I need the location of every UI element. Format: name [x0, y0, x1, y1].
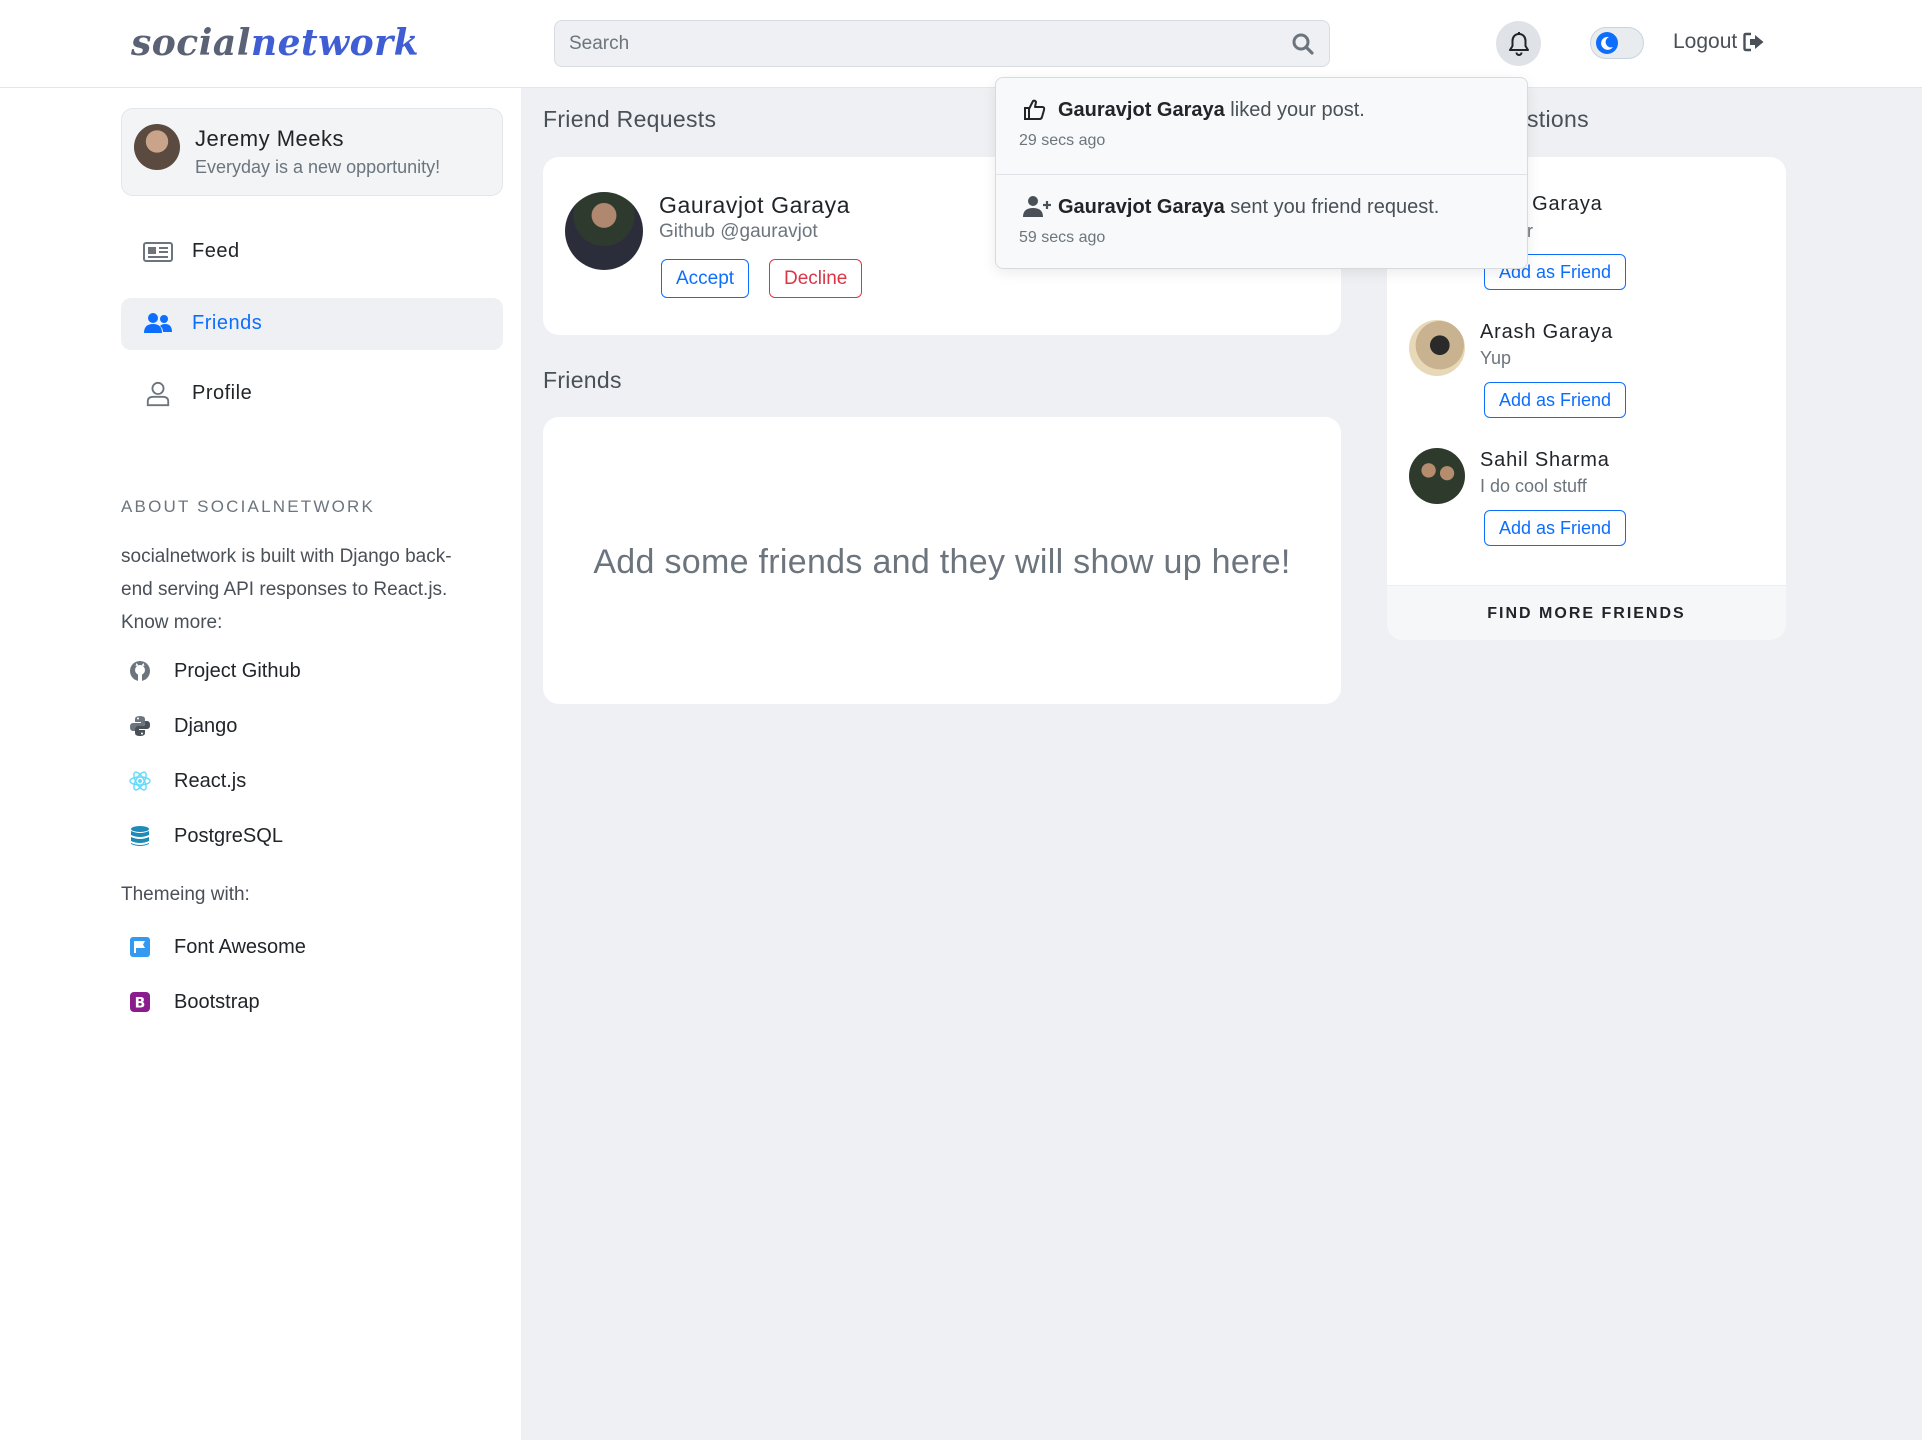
decline-button[interactable]: Decline [769, 259, 863, 298]
sign-out-icon [1743, 32, 1764, 52]
newspaper-icon [143, 242, 173, 262]
link-postgresql[interactable]: PostgreSQL [121, 819, 283, 853]
bootstrap-icon: B [130, 992, 150, 1012]
link-label: Font Awesome [174, 935, 306, 958]
suggestion-name[interactable]: Sahil Sharma [1480, 449, 1610, 472]
link-bootstrap[interactable]: B Bootstrap [121, 985, 260, 1019]
search-bar [554, 20, 1330, 67]
link-label: Project Github [174, 659, 301, 682]
link-project-github[interactable]: Project Github [121, 654, 301, 688]
notification-message: liked your post. [1224, 99, 1365, 121]
notification-time: 29 secs ago [1019, 132, 1106, 149]
logout-button[interactable]: Logout [1673, 30, 1765, 54]
sidebar-item-label: Feed [192, 240, 240, 262]
suggestion-bio: Yup [1480, 348, 1512, 368]
find-more-friends-button[interactable]: FIND MORE FRIENDS [1387, 585, 1786, 640]
avatar[interactable] [1409, 448, 1465, 504]
requester-name[interactable]: Gauravjot Garaya [659, 192, 850, 219]
add-friend-button[interactable]: Add as Friend [1484, 382, 1627, 418]
notification-time: 59 secs ago [1019, 229, 1106, 246]
notification-item[interactable]: Gauravjot Garaya liked your post. 29 sec… [996, 78, 1527, 174]
github-icon [130, 661, 150, 681]
theming-heading: Themeing with: [121, 884, 250, 905]
suggestion-bio: I do cool stuff [1480, 476, 1587, 496]
notifications-button[interactable] [1496, 21, 1541, 66]
link-reactjs[interactable]: React.js [121, 764, 246, 798]
moon-icon [1601, 36, 1613, 50]
app-logo[interactable]: socialnetwork [131, 22, 419, 64]
accept-button[interactable]: Accept [661, 259, 750, 298]
user-profile-card[interactable]: Jeremy Meeks Everyday is a new opportuni… [121, 108, 503, 196]
link-label: PostgreSQL [174, 824, 283, 847]
friends-card: Add some friends and they will show up h… [543, 417, 1341, 704]
sidebar-item-friends[interactable]: Friends [121, 298, 503, 350]
link-label: Django [174, 714, 238, 737]
link-django[interactable]: Django [121, 709, 237, 743]
sidebar-item-label: Profile [192, 382, 253, 404]
user-group-icon [144, 313, 172, 333]
friend-requests-heading: Friend Requests [543, 106, 717, 132]
search-input[interactable] [555, 21, 1275, 66]
notifications-dropdown: Gauravjot Garaya liked your post. 29 sec… [995, 77, 1528, 269]
user-bio: Everyday is a new opportunity! [195, 157, 441, 177]
add-friend-button[interactable]: Add as Friend [1484, 510, 1627, 546]
link-label: Bootstrap [174, 990, 260, 1013]
python-icon [130, 716, 150, 736]
logo-social: social [131, 22, 251, 64]
notification-actor: Gauravjot Garaya [1058, 196, 1225, 218]
notification-text: Gauravjot Garaya liked your post. [1058, 99, 1365, 122]
toggle-knob [1596, 32, 1618, 54]
sidebar-item-profile[interactable]: Profile [121, 368, 503, 420]
notification-actor: Gauravjot Garaya [1058, 99, 1225, 121]
sidebar-item-label: Friends [192, 312, 263, 334]
about-heading: ABOUT SOCIALNETWORK [121, 497, 376, 516]
user-name: Jeremy Meeks [195, 126, 345, 151]
requester-handle: Github @gauravjot [659, 221, 818, 242]
suggestion-name[interactable]: Arash Garaya [1480, 321, 1613, 344]
top-navbar: socialnetwork Logout [0, 0, 1922, 88]
avatar[interactable] [1409, 320, 1465, 376]
dark-mode-toggle[interactable] [1590, 27, 1644, 59]
avatar [134, 124, 180, 170]
logout-label: Logout [1673, 30, 1738, 53]
logo-network: network [250, 22, 420, 64]
friends-heading: Friends [543, 367, 622, 393]
avatar[interactable] [565, 192, 643, 270]
sidebar-item-feed[interactable]: Feed [121, 226, 503, 278]
notification-text: Gauravjot Garaya sent you friend request… [1058, 196, 1439, 219]
svg-text:B: B [135, 996, 146, 1012]
about-description: socialnetwork is built with Django back-… [121, 546, 452, 633]
notification-item[interactable]: Gauravjot Garaya sent you friend request… [996, 174, 1527, 270]
friends-empty-message: Add some friends and they will show up h… [593, 543, 1291, 581]
database-icon [131, 826, 149, 846]
suggestion-name[interactable]: y Garaya [1515, 193, 1603, 216]
react-icon [129, 771, 151, 791]
bell-icon [1509, 32, 1529, 56]
search-icon[interactable] [1291, 32, 1315, 56]
user-icon [146, 381, 170, 407]
thumbs-up-icon [1024, 99, 1046, 120]
user-plus-icon [1023, 196, 1051, 217]
notification-message: sent you friend request. [1224, 196, 1440, 218]
suggestions-heading: stions [1527, 106, 1589, 132]
font-awesome-flag-icon [130, 937, 150, 957]
link-label: React.js [174, 769, 247, 792]
link-font-awesome[interactable]: Font Awesome [121, 930, 306, 964]
